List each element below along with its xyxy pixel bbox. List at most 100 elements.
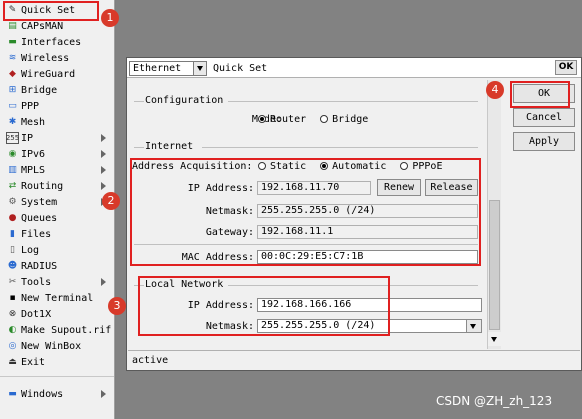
log-icon: ▯ xyxy=(10,245,15,255)
chevron-down-icon[interactable] xyxy=(467,320,481,332)
wan-ip-field[interactable]: 192.168.11.70 xyxy=(257,181,371,195)
sidebar-item-label: PPP xyxy=(21,100,40,112)
section-divider xyxy=(228,285,478,286)
radio-unchecked-icon[interactable] xyxy=(320,115,329,123)
windows-icon: ▬ xyxy=(8,389,17,399)
sidebar-item-files[interactable]: ▮ Files xyxy=(0,226,114,242)
watermark: CSDN @ZH_zh_123 xyxy=(436,394,553,408)
sidebar-item-label: Routing xyxy=(21,180,64,192)
acq-option-label: PPPoE xyxy=(412,161,443,172)
radius-icon: ☻ xyxy=(7,261,18,271)
interface-type-value: Ethernet xyxy=(133,63,182,74)
sidebar-item-label: Bridge xyxy=(21,84,58,96)
system-icon: ⚙ xyxy=(8,197,17,207)
mode-radio-group: Router Bridge xyxy=(258,114,376,125)
sidebar-item-label: WireGuard xyxy=(21,68,76,80)
sidebar-item-label: Queues xyxy=(21,212,58,224)
acq-option-label: Automatic xyxy=(332,161,387,172)
sidebar-item-label: IPv6 xyxy=(21,148,46,160)
sidebar-item-quick-set[interactable]: ✎ Quick Set xyxy=(0,2,114,18)
sidebar-item-label: Make Supout.rif xyxy=(21,324,112,336)
apply-button[interactable]: Apply xyxy=(513,132,575,151)
acq-option-automatic[interactable]: Automatic xyxy=(320,161,386,172)
sidebar-item-label: System xyxy=(21,196,58,208)
sidebar-item-ip[interactable]: 255 IP xyxy=(0,130,114,146)
sidebar-item-interfaces[interactable]: ▬ Interfaces xyxy=(0,34,114,50)
sidebar-item-make-supout-rif[interactable]: ◐ Make Supout.rif xyxy=(0,322,114,338)
acq-option-static[interactable]: Static xyxy=(258,161,306,172)
sidebar-item-label: Tools xyxy=(21,276,52,288)
annotation-badge: 2 xyxy=(102,192,120,210)
ipv6-icon: ◉ xyxy=(8,149,17,159)
titlebar-ok-button[interactable]: OK xyxy=(555,60,577,75)
sidebar-item-label: Exit xyxy=(21,356,46,368)
sidebar-item-ppp[interactable]: ▭ PPP xyxy=(0,98,114,114)
submenu-arrow-icon xyxy=(101,166,106,174)
lan-ip-field[interactable]: 192.168.166.166 xyxy=(257,298,482,312)
sidebar-item-log[interactable]: ▯ Log xyxy=(0,242,114,258)
radio-unchecked-icon[interactable] xyxy=(400,162,409,170)
interface-type-select[interactable]: Ethernet xyxy=(129,61,207,76)
annotation-badge: 4 xyxy=(486,81,504,99)
sidebar-item-wireguard[interactable]: ◆ WireGuard xyxy=(0,66,114,82)
ok-button[interactable]: OK xyxy=(513,84,575,103)
sidebar-item-mpls[interactable]: ▥ MPLS xyxy=(0,162,114,178)
wan-netmask-field[interactable]: 255.255.255.0 (/24) xyxy=(257,204,478,218)
sidebar-menu: ✎ Quick Set ▤ CAPsMAN ▬ Interfaces ≋ Wireless ◆ W… xyxy=(0,0,115,419)
status-bar: active xyxy=(128,350,580,370)
renew-button[interactable]: Renew xyxy=(377,179,421,196)
sidebar-item-label: Files xyxy=(21,228,52,240)
sidebar-item-system[interactable]: ⚙ System xyxy=(0,194,114,210)
sidebar-item-queues[interactable]: ● Queues xyxy=(0,210,114,226)
sidebar-item-label: New WinBox xyxy=(21,340,82,352)
mode-option-bridge[interactable]: Bridge xyxy=(320,114,368,125)
wireguard-icon: ◆ xyxy=(9,69,16,79)
scroll-down-icon[interactable] xyxy=(488,332,501,346)
annotation-badge: 1 xyxy=(101,9,119,27)
sidebar-item-bridge[interactable]: ⊞ Bridge xyxy=(0,82,114,98)
sidebar-item-label: Wireless xyxy=(21,52,70,64)
form-scrollbar[interactable] xyxy=(487,80,501,349)
mac-address-field[interactable]: 00:0C:29:E5:C7:1B xyxy=(257,250,478,264)
lan-netmask-field[interactable]: 255.255.255.0 (/24) xyxy=(257,319,467,333)
mesh-icon: ✱ xyxy=(8,117,17,127)
section-header-local-network: Local Network xyxy=(145,279,224,290)
queues-icon: ● xyxy=(8,213,17,223)
sidebar-item-dot1x[interactable]: ⊗ Dot1X xyxy=(0,306,114,322)
radio-checked-icon[interactable] xyxy=(258,115,266,123)
wan-netmask-label: Netmask: xyxy=(205,206,254,217)
bridge-icon: ⊞ xyxy=(8,85,17,95)
sidebar-item-ipv6[interactable]: ◉ IPv6 xyxy=(0,146,114,162)
lan-netmask-label: Netmask: xyxy=(205,321,254,332)
sidebar-item-wireless[interactable]: ≋ Wireless xyxy=(0,50,114,66)
sidebar-item-mesh[interactable]: ✱ Mesh xyxy=(0,114,114,130)
sidebar-item-new-winbox[interactable]: ◎ New WinBox xyxy=(0,338,114,354)
radio-unchecked-icon[interactable] xyxy=(258,162,266,170)
mode-option-router[interactable]: Router xyxy=(258,114,306,125)
submenu-arrow-icon xyxy=(101,390,106,398)
sidebar-item-capsman[interactable]: ▤ CAPsMAN xyxy=(0,18,114,34)
sidebar-item-exit[interactable]: ⏏ Exit xyxy=(0,354,114,370)
sidebar-item-radius[interactable]: ☻ RADIUS xyxy=(0,258,114,274)
terminal-icon: ▪ xyxy=(9,293,16,303)
acq-option-label: Static xyxy=(270,161,307,172)
sidebar-divider xyxy=(0,376,114,377)
radio-checked-icon[interactable] xyxy=(320,162,329,170)
release-button[interactable]: Release xyxy=(425,179,478,196)
sidebar-item-label: Mesh xyxy=(21,116,46,128)
chevron-down-icon[interactable] xyxy=(193,62,206,75)
sidebar-item-routing[interactable]: ⇄ Routing xyxy=(0,178,114,194)
dialog-title: Quick Set xyxy=(213,63,268,74)
sidebar-item-windows[interactable]: ▬ Windows xyxy=(0,386,114,402)
lan-netmask-dropdown[interactable] xyxy=(466,319,482,333)
scrollbar-thumb[interactable] xyxy=(489,200,500,330)
cancel-button[interactable]: Cancel xyxy=(513,108,575,127)
acq-option-pppoe[interactable]: PPPoE xyxy=(400,161,442,172)
ip-icon: 255 xyxy=(5,132,20,144)
section-header-internet: Internet xyxy=(145,141,194,152)
submenu-arrow-icon xyxy=(101,134,106,142)
gateway-field[interactable]: 192.168.11.1 xyxy=(257,225,478,239)
sidebar-item-new-terminal[interactable]: ▪ New Terminal xyxy=(0,290,114,306)
sidebar-item-tools[interactable]: ✂ Tools xyxy=(0,274,114,290)
mpls-icon: ▥ xyxy=(8,165,17,175)
